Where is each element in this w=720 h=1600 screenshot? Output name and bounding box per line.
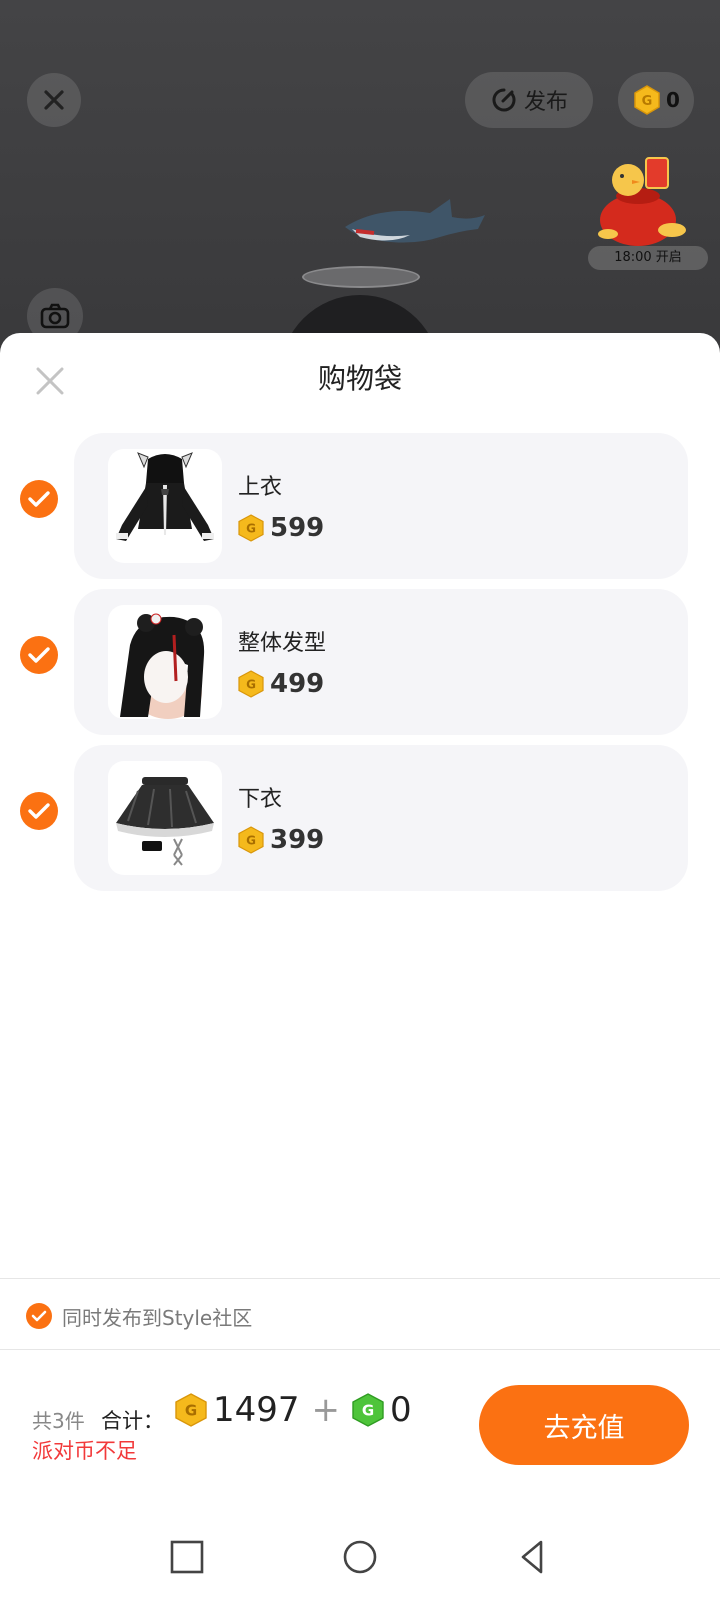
green-coin-icon: G	[352, 1393, 384, 1427]
svg-text:G: G	[246, 522, 256, 536]
event-time-label: 18:00 开启	[588, 246, 708, 270]
skirt-thumbnail	[108, 761, 222, 875]
publish-to-style-option[interactable]: 同时发布到Style社区	[26, 1300, 252, 1332]
lucky-bag-icon	[598, 157, 686, 246]
camera-icon	[40, 303, 70, 329]
recharge-button[interactable]: 去充值	[479, 1385, 689, 1465]
svg-text:G: G	[642, 94, 653, 109]
item-price: G 399	[238, 823, 324, 857]
item-name: 下衣	[238, 787, 283, 812]
divider	[0, 1349, 720, 1350]
coin-icon: G	[634, 85, 660, 115]
close-button[interactable]	[27, 73, 81, 127]
home-icon[interactable]	[338, 1535, 382, 1579]
publish-button[interactable]: 发布	[465, 72, 593, 128]
plus-sign: +	[311, 1390, 341, 1430]
publish-option-label: 同时发布到Style社区	[62, 1305, 253, 1330]
recent-apps-icon[interactable]	[165, 1535, 209, 1579]
publish-icon	[492, 88, 516, 112]
system-navigation-bar	[0, 1515, 720, 1600]
item-name: 上衣	[238, 475, 283, 500]
coin-icon: G	[238, 826, 264, 854]
item-price: G 599	[238, 511, 324, 545]
item-price-value: 399	[270, 825, 325, 855]
item-price: G 499	[238, 667, 324, 701]
svg-text:G: G	[362, 1402, 374, 1420]
cart-item-skirt[interactable]: 下衣 G 399	[74, 745, 688, 891]
item-checkbox-jacket[interactable]	[20, 480, 58, 518]
jacket-thumbnail	[108, 449, 222, 563]
cart-item-hairstyle[interactable]: 整体发型 G 499	[74, 589, 688, 735]
item-checkbox-skirt[interactable]	[20, 792, 58, 830]
item-price-value: 599	[270, 513, 325, 543]
green-coin-total: 0	[390, 1390, 412, 1430]
coin-icon: G	[175, 1393, 207, 1427]
skirt-icon	[116, 777, 214, 866]
item-price-value: 499	[270, 669, 325, 699]
close-icon	[44, 90, 64, 110]
avatar-preview-scene: 发布 G 0 18:00 开启	[0, 0, 720, 360]
checkbox-checked-icon	[26, 1303, 52, 1329]
cart-item-jacket[interactable]: 上衣 G 599	[74, 433, 688, 579]
svg-text:G: G	[246, 678, 256, 692]
shark-accessory-icon	[345, 199, 485, 243]
item-name: 整体发型	[238, 631, 327, 656]
coin-balance-button[interactable]: G 0	[618, 72, 694, 128]
jacket-icon	[116, 452, 214, 541]
svg-text:G: G	[185, 1402, 197, 1420]
hairstyle-icon	[120, 613, 205, 719]
item-checkbox-hairstyle[interactable]	[20, 636, 58, 674]
coin-balance: 0	[666, 88, 680, 112]
total-label: 合计：	[101, 1409, 164, 1433]
sheet-title: 购物袋	[317, 362, 402, 395]
divider	[0, 1278, 720, 1279]
svg-text:G: G	[246, 834, 256, 848]
item-count: 共3件	[32, 1409, 85, 1433]
back-icon[interactable]	[511, 1535, 555, 1579]
coin-icon: G	[238, 514, 264, 542]
coin-icon: G	[238, 670, 264, 698]
insufficient-funds-warning: 派对币不足	[32, 1439, 137, 1463]
display-platform	[302, 266, 420, 288]
coin-total: 1497	[213, 1390, 300, 1430]
publish-label: 发布	[523, 90, 568, 115]
total-price: G 1497 + G 0	[175, 1390, 412, 1430]
hairstyle-thumbnail	[108, 605, 222, 719]
